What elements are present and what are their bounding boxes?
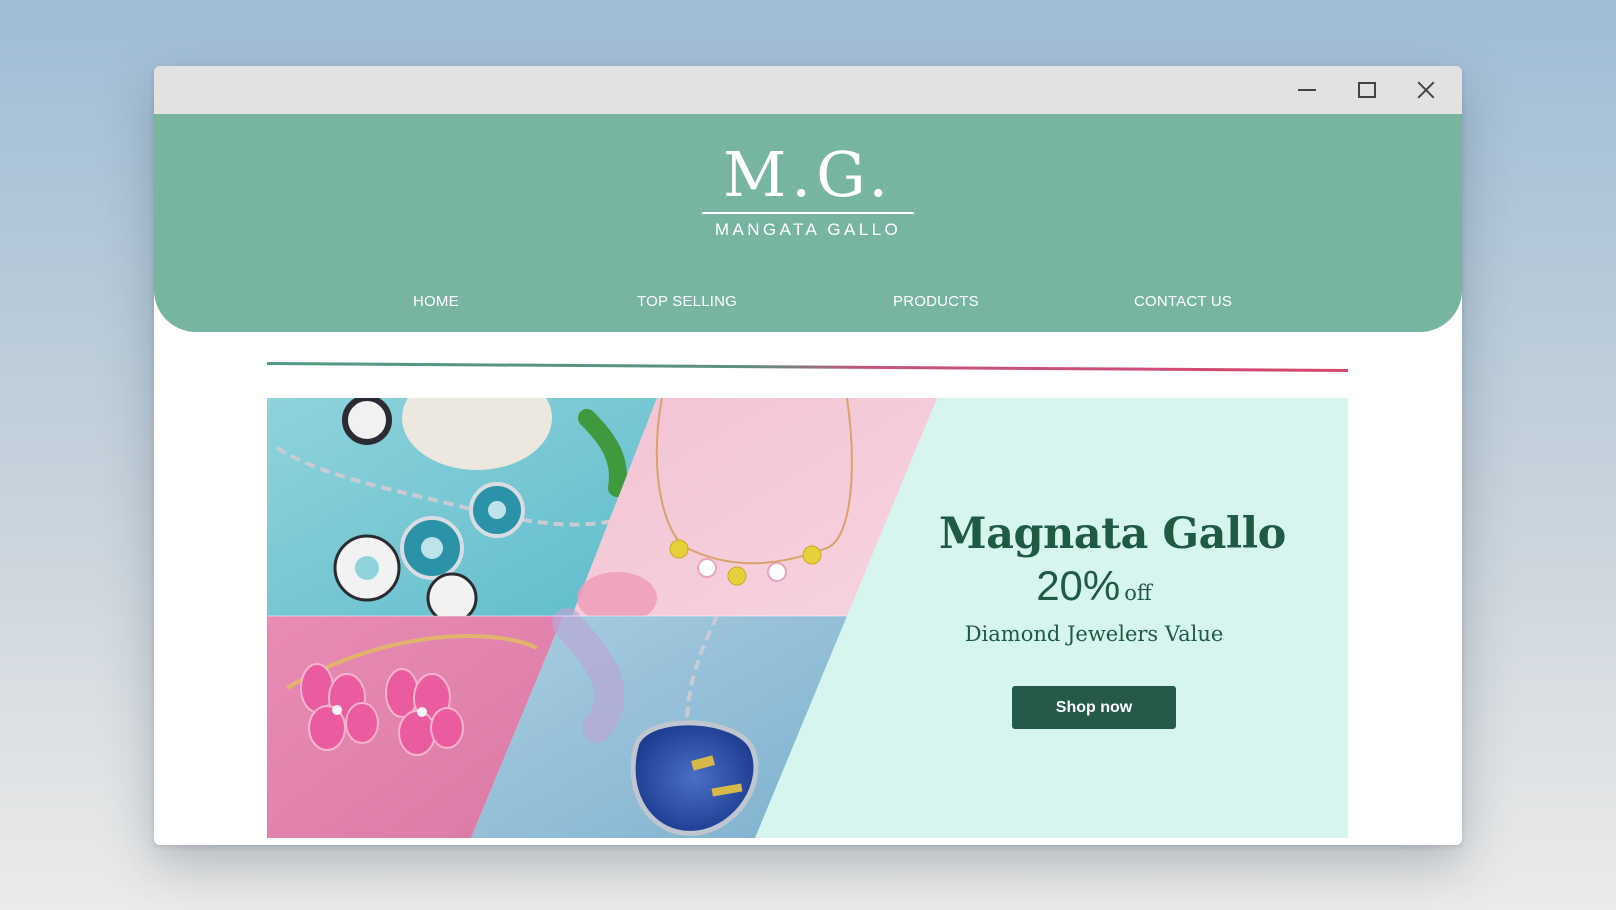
promo-subtitle: Diamond Jewelers Value (964, 622, 1224, 646)
nav-contact-us[interactable]: CONTACT US (1134, 293, 1232, 310)
brand-logo[interactable]: M.G. MANGATA GALLO (701, 144, 915, 240)
logo-rule (702, 212, 914, 214)
nav-home[interactable]: HOME (413, 293, 459, 310)
nav-products[interactable]: PRODUCTS (893, 293, 979, 310)
gradient-divider (267, 362, 1348, 372)
logo-wordmark: MANGATA GALLO (714, 220, 902, 239)
maximize-button[interactable] (1347, 74, 1387, 106)
maximize-icon (1358, 82, 1376, 98)
logo-monogram: M.G. (722, 138, 894, 211)
close-icon (1416, 80, 1436, 100)
title-bar (154, 66, 1462, 114)
promo-discount: 20% off (939, 562, 1249, 610)
nav-top-selling[interactable]: TOP SELLING (637, 293, 737, 310)
minimize-icon (1298, 89, 1316, 91)
promo-title: Magnata Gallo (939, 509, 1286, 559)
minimize-button[interactable] (1287, 74, 1327, 106)
site-header: M.G. MANGATA GALLO HOME TOP SELLING PROD… (154, 114, 1462, 332)
promo-text: Magnata Gallo 20% off Diamond Jewelers Va… (939, 508, 1286, 729)
promo-banner: Magnata Gallo 20% off Diamond Jewelers Va… (267, 398, 1348, 838)
discount-value: 20% (1036, 562, 1121, 609)
discount-suffix: off (1124, 581, 1152, 605)
browser-window: M.G. MANGATA GALLO HOME TOP SELLING PROD… (154, 66, 1462, 845)
close-button[interactable] (1406, 74, 1446, 106)
shop-now-button[interactable]: Shop now (1012, 686, 1176, 729)
